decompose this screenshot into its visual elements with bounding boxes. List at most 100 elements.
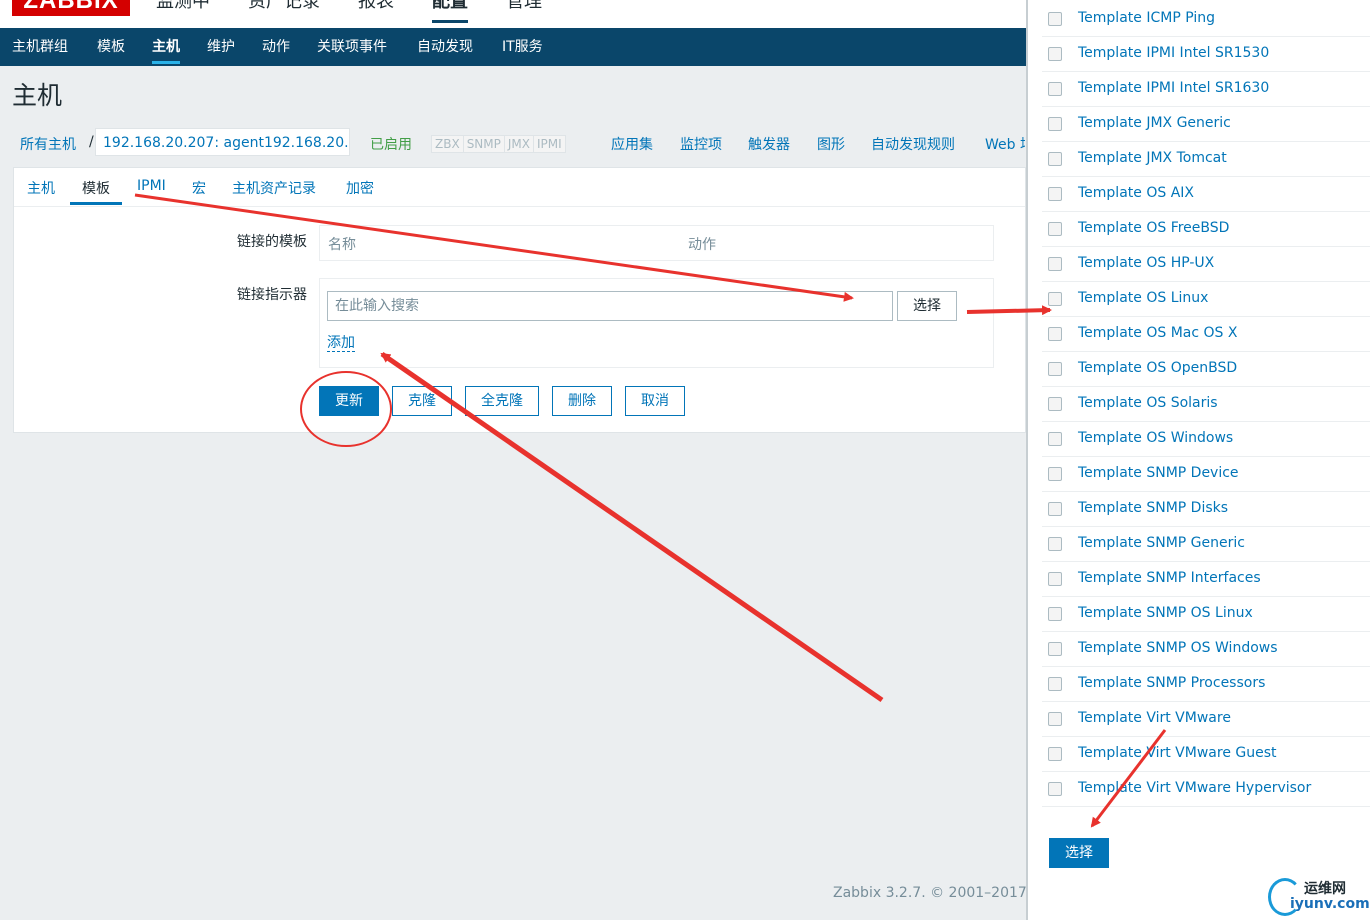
template-checkbox[interactable]	[1048, 432, 1062, 446]
template-name-link[interactable]: Template Virt VMware Hypervisor	[1078, 780, 1311, 796]
clone-button[interactable]: 克隆	[392, 386, 452, 416]
template-checkbox[interactable]	[1048, 677, 1062, 691]
template-checkbox[interactable]	[1048, 152, 1062, 166]
subnav-actions[interactable]: 动作	[262, 28, 290, 66]
template-row[interactable]: Template OS Mac OS X	[1042, 317, 1370, 352]
template-name-link[interactable]: Template OS Mac OS X	[1078, 325, 1237, 341]
subnav-hosts[interactable]: 主机	[152, 28, 180, 66]
template-row[interactable]: Template JMX Tomcat	[1042, 142, 1370, 177]
subnav-it-services[interactable]: IT服务	[502, 28, 543, 66]
template-checkbox[interactable]	[1048, 327, 1062, 341]
template-name-link[interactable]: Template SNMP Device	[1078, 465, 1239, 481]
tab-ipmi[interactable]: IPMI	[137, 178, 166, 194]
breadcrumb-all-hosts[interactable]: 所有主机	[20, 134, 76, 154]
template-checkbox[interactable]	[1048, 222, 1062, 236]
template-row[interactable]: Template JMX Generic	[1042, 107, 1370, 142]
status-enabled[interactable]: 已启用	[370, 134, 412, 154]
link-items[interactable]: 监控项	[680, 134, 722, 154]
template-checkbox[interactable]	[1048, 187, 1062, 201]
template-checkbox[interactable]	[1048, 572, 1062, 586]
template-checkbox[interactable]	[1048, 642, 1062, 656]
template-checkbox[interactable]	[1048, 47, 1062, 61]
menu-configuration[interactable]: 配置	[432, 0, 468, 23]
template-name-link[interactable]: Template OS HP-UX	[1078, 255, 1214, 271]
subnav-host-groups[interactable]: 主机群组	[12, 28, 68, 66]
template-checkbox[interactable]	[1048, 747, 1062, 761]
template-row[interactable]: Template ICMP Ping	[1042, 2, 1370, 37]
template-name-link[interactable]: Template SNMP Generic	[1078, 535, 1245, 551]
template-checkbox[interactable]	[1048, 292, 1062, 306]
template-row[interactable]: Template IPMI Intel SR1530	[1042, 37, 1370, 72]
breadcrumb-host[interactable]: 192.168.20.207: agent192.168.20.205	[95, 128, 350, 156]
link-graphs[interactable]: 图形	[817, 134, 845, 154]
template-name-link[interactable]: Template IPMI Intel SR1530	[1078, 45, 1269, 61]
template-name-link[interactable]: Template OS Windows	[1078, 430, 1233, 446]
menu-monitoring[interactable]: 监测中	[156, 0, 210, 14]
template-checkbox[interactable]	[1048, 607, 1062, 621]
template-row[interactable]: Template Virt VMware	[1042, 702, 1370, 737]
template-name-link[interactable]: Template Virt VMware Guest	[1078, 745, 1277, 761]
template-row[interactable]: Template Virt VMware Hypervisor	[1042, 772, 1370, 807]
template-checkbox[interactable]	[1048, 257, 1062, 271]
template-checkbox[interactable]	[1048, 362, 1062, 376]
template-row[interactable]: Template OS AIX	[1042, 177, 1370, 212]
template-name-link[interactable]: Template OS Linux	[1078, 290, 1208, 306]
menu-reports[interactable]: 报表	[358, 0, 394, 14]
cancel-button[interactable]: 取消	[625, 386, 685, 416]
tab-templates[interactable]: 模板	[70, 178, 122, 205]
template-row[interactable]: Template IPMI Intel SR1630	[1042, 72, 1370, 107]
subnav-correlation[interactable]: 关联项事件	[317, 28, 387, 66]
link-web-scenarios[interactable]: Web 场	[985, 134, 1025, 154]
template-row[interactable]: Template SNMP Processors	[1042, 667, 1370, 702]
template-checkbox[interactable]	[1048, 537, 1062, 551]
tab-host[interactable]: 主机	[27, 178, 55, 198]
template-name-link[interactable]: Template JMX Tomcat	[1078, 150, 1227, 166]
menu-inventory[interactable]: 资产记录	[248, 0, 320, 14]
subnav-templates[interactable]: 模板	[97, 28, 125, 66]
tab-encryption[interactable]: 加密	[346, 178, 374, 198]
full-clone-button[interactable]: 全克隆	[465, 386, 539, 416]
zabbix-logo[interactable]: ZABBIX	[12, 0, 130, 16]
template-row[interactable]: Template OS FreeBSD	[1042, 212, 1370, 247]
link-discovery-rules[interactable]: 自动发现规则	[871, 134, 955, 154]
link-applications[interactable]: 应用集	[611, 134, 653, 154]
template-name-link[interactable]: Template OS Solaris	[1078, 395, 1218, 411]
tab-macros[interactable]: 宏	[192, 178, 206, 198]
template-row[interactable]: Template OS Windows	[1042, 422, 1370, 457]
template-name-link[interactable]: Template IPMI Intel SR1630	[1078, 80, 1269, 96]
add-template-link[interactable]: 添加	[327, 335, 355, 352]
template-search-input[interactable]	[327, 291, 893, 321]
template-name-link[interactable]: Template OS AIX	[1078, 185, 1194, 201]
template-row[interactable]: Template Virt VMware Guest	[1042, 737, 1370, 772]
template-name-link[interactable]: Template Virt VMware	[1078, 710, 1231, 726]
template-name-link[interactable]: Template SNMP Interfaces	[1078, 570, 1261, 586]
template-row[interactable]: Template OS OpenBSD	[1042, 352, 1370, 387]
template-name-link[interactable]: Template OS OpenBSD	[1078, 360, 1237, 376]
subnav-maintenance[interactable]: 维护	[207, 28, 235, 66]
template-checkbox[interactable]	[1048, 82, 1062, 96]
template-row[interactable]: Template SNMP Generic	[1042, 527, 1370, 562]
template-name-link[interactable]: Template ICMP Ping	[1078, 10, 1215, 26]
template-checkbox[interactable]	[1048, 12, 1062, 26]
template-row[interactable]: Template SNMP Interfaces	[1042, 562, 1370, 597]
template-row[interactable]: Template OS Linux	[1042, 282, 1370, 317]
template-row[interactable]: Template SNMP OS Windows	[1042, 632, 1370, 667]
template-name-link[interactable]: Template SNMP Processors	[1078, 675, 1265, 691]
template-row[interactable]: Template SNMP Device	[1042, 457, 1370, 492]
template-checkbox[interactable]	[1048, 502, 1062, 516]
template-checkbox[interactable]	[1048, 782, 1062, 796]
tab-inventory[interactable]: 主机资产记录	[232, 178, 316, 198]
template-name-link[interactable]: Template OS FreeBSD	[1078, 220, 1229, 236]
template-name-link[interactable]: Template JMX Generic	[1078, 115, 1231, 131]
template-name-link[interactable]: Template SNMP OS Linux	[1078, 605, 1253, 621]
popup-select-button[interactable]: 选择	[1049, 838, 1109, 868]
template-name-link[interactable]: Template SNMP Disks	[1078, 500, 1228, 516]
select-template-button[interactable]: 选择	[897, 291, 957, 321]
update-button[interactable]: 更新	[319, 386, 379, 416]
template-checkbox[interactable]	[1048, 397, 1062, 411]
template-checkbox[interactable]	[1048, 712, 1062, 726]
template-row[interactable]: Template SNMP OS Linux	[1042, 597, 1370, 632]
link-triggers[interactable]: 触发器	[748, 134, 790, 154]
delete-button[interactable]: 删除	[552, 386, 612, 416]
template-name-link[interactable]: Template SNMP OS Windows	[1078, 640, 1278, 656]
